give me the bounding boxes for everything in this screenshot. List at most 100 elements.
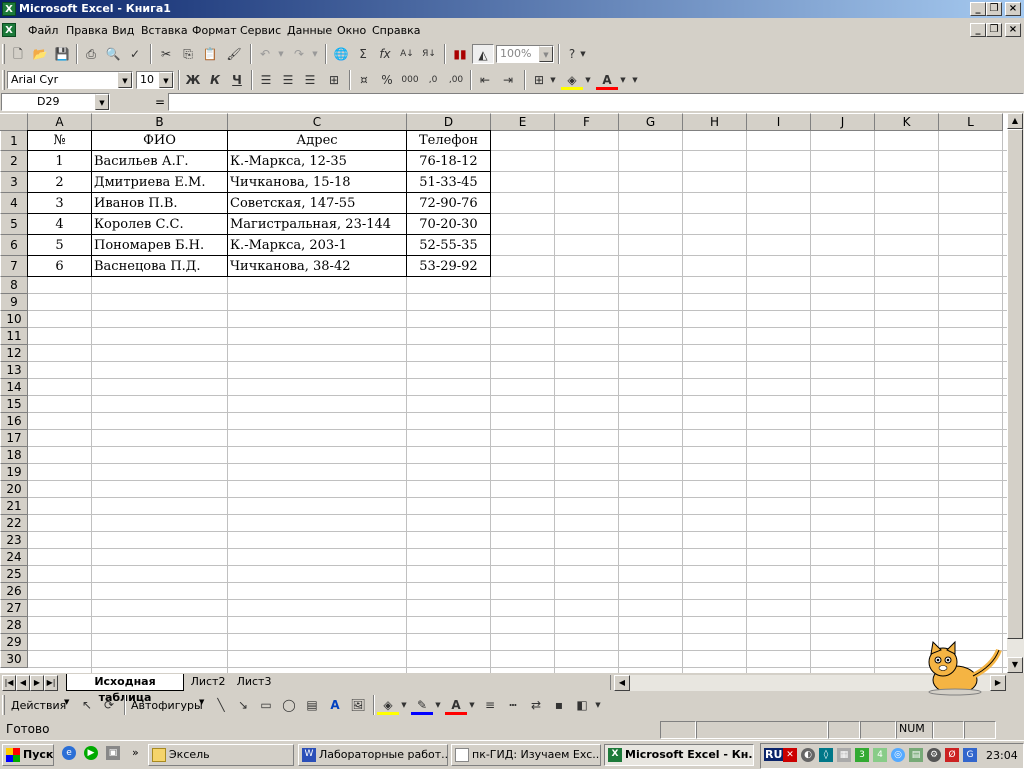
select-objects-icon[interactable]: ↖ xyxy=(76,695,98,715)
autoshapes-menu[interactable]: Автофигуры xyxy=(131,699,203,712)
row-header-15[interactable]: 15 xyxy=(0,396,28,413)
merge-center-icon[interactable]: ⊞ xyxy=(323,70,345,90)
row-header-26[interactable]: 26 xyxy=(0,583,28,600)
increase-indent-icon[interactable]: ⇥ xyxy=(497,70,519,90)
minimize-button[interactable]: _ xyxy=(970,2,986,16)
save-icon[interactable]: 💾 xyxy=(51,44,73,64)
row-header-17[interactable]: 17 xyxy=(0,430,28,447)
formula-input[interactable] xyxy=(168,93,1024,111)
font-dropdown-icon[interactable]: ▼ xyxy=(118,72,132,88)
start-button[interactable]: Пуск xyxy=(2,744,54,766)
toolbar-grip[interactable] xyxy=(2,44,5,64)
toolbar-grip[interactable] xyxy=(2,70,5,90)
align-left-icon[interactable]: ☰ xyxy=(255,70,277,90)
oval-icon[interactable]: ◯ xyxy=(278,695,300,715)
decrease-decimal-icon[interactable]: ,00 xyxy=(445,70,467,90)
quicklaunch-icon[interactable]: ▣ xyxy=(106,746,120,760)
actions-menu[interactable]: Действия xyxy=(11,699,66,712)
row-header-27[interactable]: 27 xyxy=(0,600,28,617)
italic-icon[interactable]: К xyxy=(204,70,226,90)
menu-data[interactable]: Данные xyxy=(287,24,332,37)
table-cell[interactable]: Дмитриева Е.М. xyxy=(91,171,228,193)
dash-style-icon[interactable]: ┅ xyxy=(502,695,524,715)
currency-icon[interactable]: ¤ xyxy=(353,70,375,90)
sheet-tab-2[interactable]: Лист2 xyxy=(186,674,230,690)
table-cell[interactable]: 5 xyxy=(27,234,92,256)
fill-color-icon[interactable]: ◈ xyxy=(377,695,399,715)
tray-app-icon[interactable]: 4 xyxy=(873,748,887,762)
row-header-4[interactable]: 4 xyxy=(0,193,28,214)
table-cell[interactable]: 76-18-12 xyxy=(406,150,491,172)
table-header-cell[interactable]: Адрес xyxy=(227,130,407,151)
line-color-icon[interactable]: ✎ xyxy=(411,695,433,715)
bold-icon[interactable]: Ж xyxy=(182,70,204,90)
row-header-1[interactable]: 1 xyxy=(0,131,28,151)
tray-app-icon[interactable]: ⚙ xyxy=(927,748,941,762)
line-icon[interactable]: ╲ xyxy=(210,695,232,715)
tray-volume-icon[interactable]: ◐ xyxy=(801,748,815,762)
line-color-dropdown-icon[interactable]: ▼ xyxy=(433,695,443,715)
thousands-icon[interactable]: 000 xyxy=(399,70,421,90)
table-cell[interactable]: К.-Маркса, 12-35 xyxy=(227,150,407,172)
row-header-12[interactable]: 12 xyxy=(0,345,28,362)
new-icon[interactable]: 🗋 xyxy=(7,44,29,64)
table-cell[interactable]: 53-29-92 xyxy=(406,255,491,277)
borders-dropdown-icon[interactable]: ▼ xyxy=(548,70,558,90)
table-cell[interactable]: Советская, 147-55 xyxy=(227,192,407,214)
row-header-21[interactable]: 21 xyxy=(0,498,28,515)
function-icon[interactable]: fx xyxy=(374,44,396,64)
table-cell[interactable]: Васнецова П.Д. xyxy=(91,255,228,277)
row-header-24[interactable]: 24 xyxy=(0,549,28,566)
tray-network-icon[interactable]: ✕ xyxy=(783,748,797,762)
borders-icon[interactable]: ⊞ xyxy=(528,70,550,90)
fill-color-dropdown-icon[interactable]: ▼ xyxy=(399,695,409,715)
table-cell[interactable]: Васильев А.Г. xyxy=(91,150,228,172)
cut-icon[interactable]: ✂ xyxy=(155,44,177,64)
tray-app-icon[interactable]: Ø xyxy=(945,748,959,762)
task-excel-active[interactable]: X Microsoft Excel - Кн... xyxy=(604,744,754,766)
drawing-toggle-icon[interactable]: ◭ xyxy=(472,44,494,64)
format-painter-icon[interactable]: 🖌 xyxy=(223,44,245,64)
spelling-icon[interactable]: ✓ xyxy=(124,44,146,64)
undo-icon[interactable]: ↶ xyxy=(254,44,276,64)
row-header-29[interactable]: 29 xyxy=(0,634,28,651)
zoom-combo[interactable]: 100% ▼ xyxy=(496,45,554,63)
column-header-h[interactable]: H xyxy=(683,113,747,131)
tray-app-icon[interactable]: ◊ xyxy=(819,748,833,762)
row-header-18[interactable]: 18 xyxy=(0,447,28,464)
sheet-tab-active[interactable]: Исходная таблица xyxy=(66,674,184,704)
toolbar-options-icon[interactable]: ▼ xyxy=(630,70,640,90)
excel-icon[interactable]: X xyxy=(2,2,16,16)
table-cell[interactable]: Чичканова, 38-42 xyxy=(227,255,407,277)
row-header-19[interactable]: 19 xyxy=(0,464,28,481)
doc-minimize-button[interactable]: _ xyxy=(970,23,986,37)
3d-icon[interactable]: ◧ xyxy=(571,695,593,715)
tray-app-icon[interactable]: ▤ xyxy=(909,748,923,762)
align-right-icon[interactable]: ☰ xyxy=(299,70,321,90)
textbox-icon[interactable]: ▤ xyxy=(301,695,323,715)
actions-dropdown-icon[interactable]: ▼ xyxy=(64,698,69,706)
menu-help[interactable]: Справка xyxy=(372,24,420,37)
font-color-icon[interactable]: A xyxy=(596,70,618,90)
font-combo[interactable]: Arial Cyr ▼ xyxy=(7,71,133,89)
font-color-icon[interactable]: A xyxy=(445,695,467,715)
increase-decimal-icon[interactable]: ,0 xyxy=(422,70,444,90)
font-size-dropdown-icon[interactable]: ▼ xyxy=(159,72,173,88)
menu-window[interactable]: Окно xyxy=(337,24,366,37)
table-cell[interactable]: Чичканова, 15-18 xyxy=(227,171,407,193)
row-header-6[interactable]: 6 xyxy=(0,235,28,256)
arrow-style-icon[interactable]: ⇄ xyxy=(525,695,547,715)
column-header-i[interactable]: I xyxy=(747,113,811,131)
preview-icon[interactable]: 🔍 xyxy=(102,44,124,64)
row-header-5[interactable]: 5 xyxy=(0,214,28,235)
tray-app-icon[interactable]: 3 xyxy=(855,748,869,762)
table-cell[interactable]: 2 xyxy=(27,171,92,193)
column-header-k[interactable]: K xyxy=(875,113,939,131)
workbook-icon[interactable]: X xyxy=(2,23,16,37)
toolbar-grip[interactable] xyxy=(2,695,5,715)
column-header-l[interactable]: L xyxy=(939,113,1003,131)
sort-desc-icon[interactable]: Я↓ xyxy=(418,44,440,64)
rectangle-icon[interactable]: ▭ xyxy=(255,695,277,715)
column-header-c[interactable]: C xyxy=(228,113,407,131)
undo-dropdown-icon[interactable]: ▼ xyxy=(276,44,286,64)
